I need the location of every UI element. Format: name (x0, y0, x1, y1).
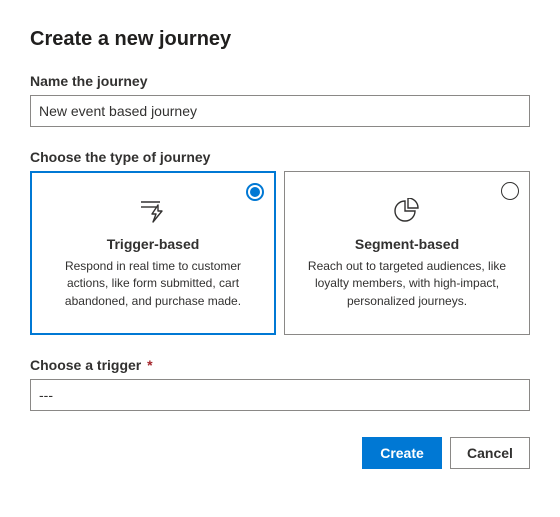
required-asterisk: * (147, 357, 152, 373)
action-bar: Create Cancel (30, 437, 530, 469)
card-title-trigger: Trigger-based (45, 236, 261, 252)
type-cards: Trigger-based Respond in real time to cu… (30, 171, 530, 335)
cancel-button[interactable]: Cancel (450, 437, 530, 469)
trigger-select[interactable] (30, 379, 530, 411)
name-label: Name the journey (30, 73, 530, 89)
pie-chart-icon (299, 196, 515, 226)
card-trigger-based[interactable]: Trigger-based Respond in real time to cu… (30, 171, 276, 335)
type-section: Choose the type of journey Trigger-based… (30, 149, 530, 335)
trigger-section: Choose a trigger * (30, 357, 530, 411)
type-label: Choose the type of journey (30, 149, 530, 165)
trigger-label-text: Choose a trigger (30, 357, 141, 373)
card-segment-based[interactable]: Segment-based Reach out to targeted audi… (284, 171, 530, 335)
trigger-label: Choose a trigger * (30, 357, 530, 373)
card-desc-segment: Reach out to targeted audiences, like lo… (299, 258, 515, 310)
radio-segment-based[interactable] (501, 182, 519, 200)
create-button[interactable]: Create (362, 437, 442, 469)
lightning-icon (45, 196, 261, 226)
name-section: Name the journey (30, 73, 530, 127)
radio-trigger-based[interactable] (246, 183, 264, 201)
page-title: Create a new journey (30, 28, 530, 51)
card-title-segment: Segment-based (299, 236, 515, 252)
card-desc-trigger: Respond in real time to customer actions… (45, 258, 261, 310)
journey-name-input[interactable] (30, 95, 530, 127)
